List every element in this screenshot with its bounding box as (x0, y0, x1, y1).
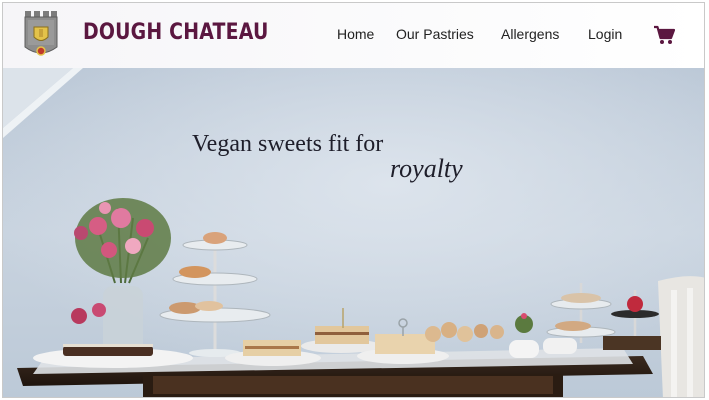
navbar: DOUGH CHATEAU Home Our Pastries Allergen… (3, 3, 704, 68)
page-frame: DOUGH CHATEAU Home Our Pastries Allergen… (2, 2, 705, 398)
nav-login[interactable]: Login (588, 26, 622, 42)
hero-tagline-line2: royalty (390, 154, 463, 183)
shopping-cart-icon[interactable] (653, 25, 676, 45)
hero-image (3, 68, 704, 397)
hero-banner: Vegan sweets fit for royalty (3, 68, 704, 397)
brand-name[interactable]: DOUGH CHATEAU (83, 20, 268, 45)
castle-icon[interactable] (23, 9, 59, 59)
nav-our-pastries[interactable]: Our Pastries (396, 26, 474, 42)
nav-allergens[interactable]: Allergens (501, 26, 559, 42)
hero-tagline-line1: Vegan sweets fit for (192, 131, 384, 157)
nav-home[interactable]: Home (337, 26, 374, 42)
